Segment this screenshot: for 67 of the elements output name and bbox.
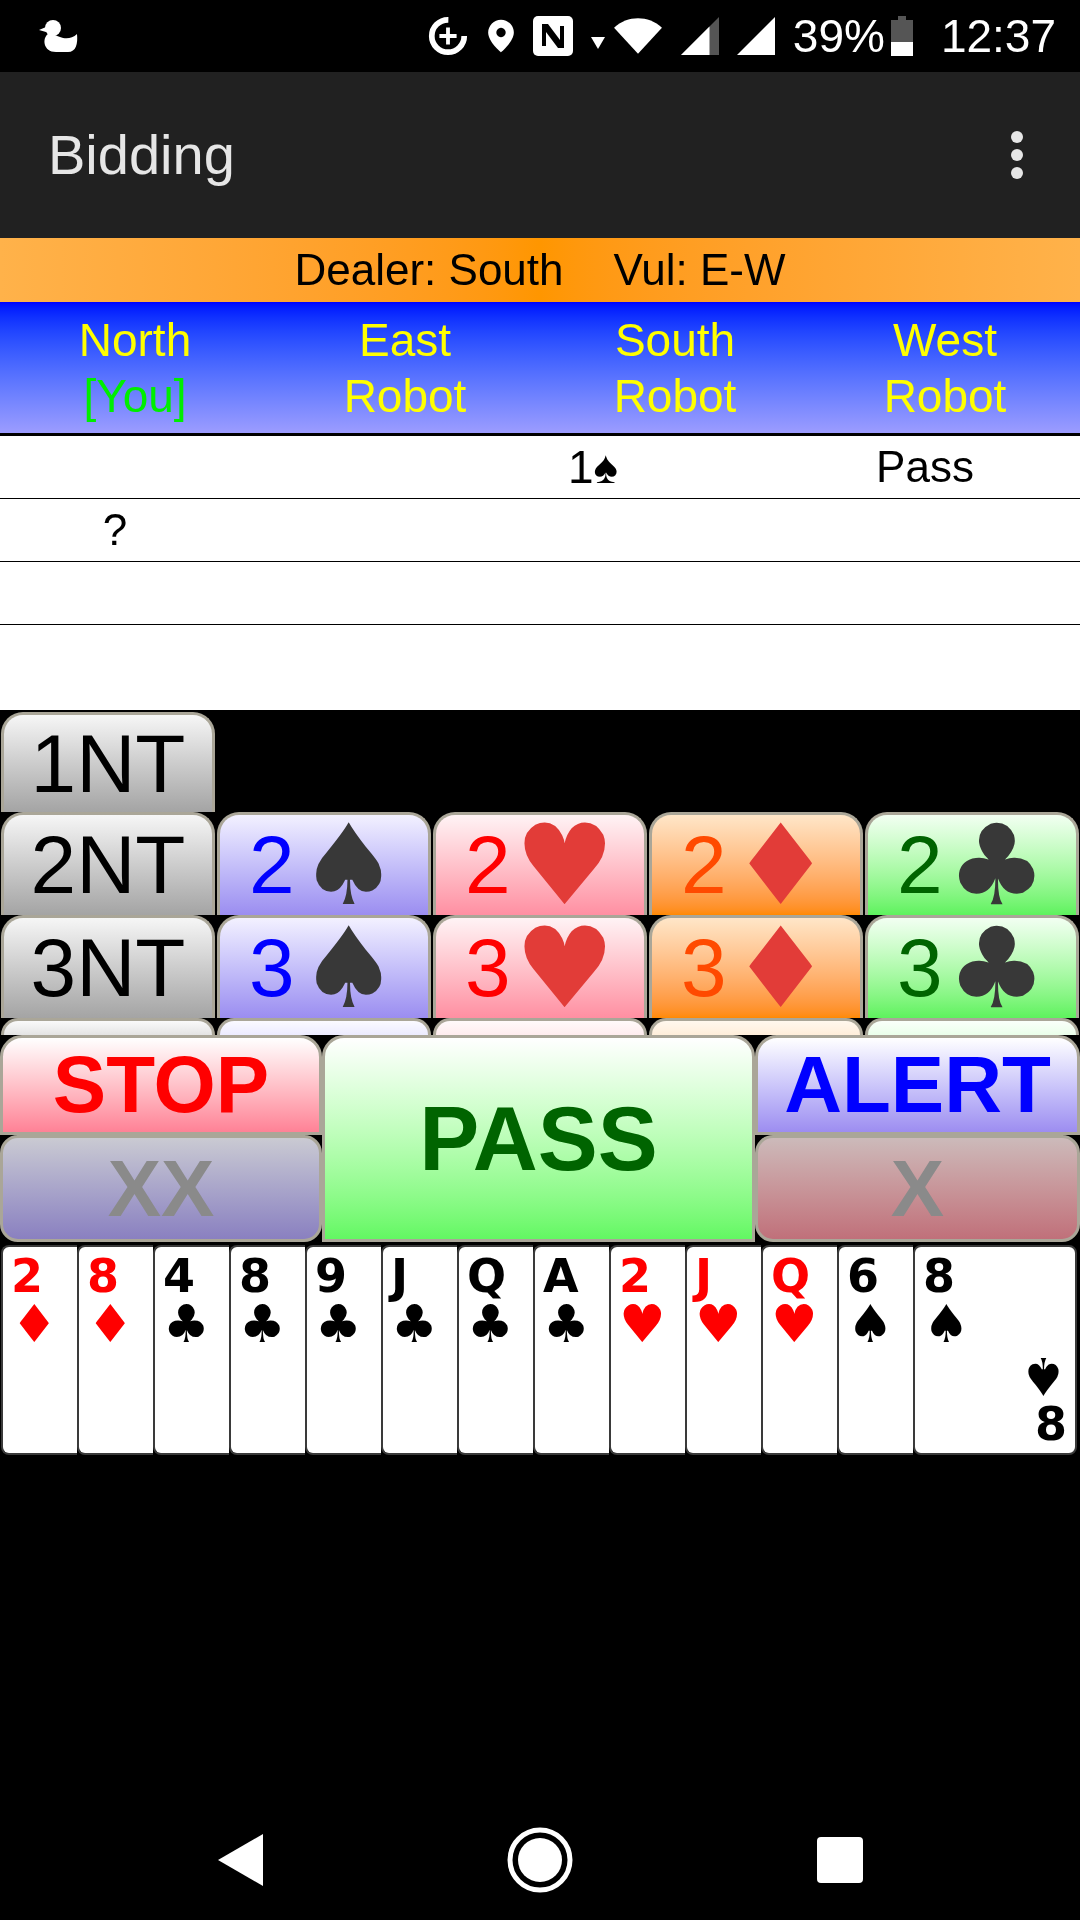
card-suit: ♥ xyxy=(695,1301,742,1347)
bid-button[interactable]: 1NT xyxy=(1,712,215,812)
card-rank: 8 xyxy=(87,1251,119,1301)
vulnerability-text: Vul: E-W xyxy=(613,244,786,296)
dealer-text: Dealer: South xyxy=(294,244,564,296)
bid-button[interactable]: 2♣ xyxy=(865,812,1079,915)
card-rank: Q xyxy=(771,1251,811,1301)
seat-player: Robot xyxy=(343,368,467,424)
card-suit: ♠ xyxy=(923,1301,970,1347)
bid-button[interactable]: 2♠ xyxy=(217,812,431,915)
card-suit: ♥ xyxy=(771,1301,818,1347)
bid-button[interactable]: 3♣ xyxy=(865,915,1079,1018)
call-text: Pass xyxy=(876,441,974,493)
seat-player: Robot xyxy=(883,368,1007,424)
turn-prompt: ? xyxy=(102,504,128,556)
card-suit: ♦ xyxy=(11,1301,58,1347)
card-rank: 8 xyxy=(923,1251,955,1301)
card-rank: 8 xyxy=(239,1251,271,1301)
bid-button[interactable]: 3♠ xyxy=(217,915,431,1018)
card-suit: ♥ xyxy=(619,1301,666,1347)
covered-bid-button[interactable] xyxy=(1,1018,215,1035)
bid-button[interactable]: 2NT xyxy=(1,812,215,915)
card-suit: ♣ xyxy=(163,1301,210,1347)
dropdown-triangle-icon xyxy=(590,37,605,49)
home-icon[interactable] xyxy=(507,1827,573,1893)
card-suit: ♣ xyxy=(467,1301,514,1347)
card-suit: ♣ xyxy=(239,1301,286,1347)
covered-bid-button[interactable] xyxy=(865,1018,1079,1035)
signal-icon xyxy=(736,17,775,55)
card-suit: ♣ xyxy=(315,1301,362,1347)
battery-percentage: 39% xyxy=(792,13,885,59)
card-rank: 9 xyxy=(315,1251,347,1301)
pass-button[interactable]: PASS xyxy=(322,1035,755,1242)
signal-icon xyxy=(680,17,719,55)
overflow-menu-icon[interactable] xyxy=(1010,130,1024,180)
bid-text: 1♠ xyxy=(568,440,619,494)
location-pin-icon xyxy=(486,18,515,54)
alert-button[interactable]: ALERT xyxy=(755,1035,1080,1135)
covered-bid-button[interactable] xyxy=(217,1018,431,1035)
battery-icon xyxy=(890,16,913,56)
card-rank: 6 xyxy=(847,1251,879,1301)
covered-bid-button[interactable] xyxy=(433,1018,647,1035)
data-saver-icon xyxy=(426,15,469,57)
screen-title: Bidding xyxy=(48,122,235,188)
seat-position: West xyxy=(893,312,997,368)
seat-player: [You] xyxy=(83,368,187,424)
nfc-icon xyxy=(532,16,573,56)
card-rank: Q xyxy=(467,1251,507,1301)
card-suit: ♦ xyxy=(87,1301,134,1347)
seat-player: Robot xyxy=(613,368,737,424)
card-rank: 2 xyxy=(619,1251,651,1301)
seat-position: North xyxy=(78,312,192,368)
bid-button[interactable]: 3NT xyxy=(1,915,215,1018)
card-suit: ♣ xyxy=(543,1301,590,1347)
duck-icon xyxy=(38,18,78,54)
card-rank: 2 xyxy=(11,1251,43,1301)
card-rank: A xyxy=(543,1251,579,1301)
wifi-icon xyxy=(612,17,663,55)
covered-bid-button[interactable] xyxy=(649,1018,863,1035)
seat-position: South xyxy=(614,312,736,368)
card-rank: 4 xyxy=(163,1251,195,1301)
card-suit: ♣ xyxy=(391,1301,438,1347)
card-suit: ♠ xyxy=(847,1301,894,1347)
seat-position: East xyxy=(358,312,451,368)
card-suit: ♠ xyxy=(1020,1353,1067,1399)
card-rank: 8 xyxy=(1035,1399,1067,1449)
clock-time: 12:37 xyxy=(940,13,1056,59)
